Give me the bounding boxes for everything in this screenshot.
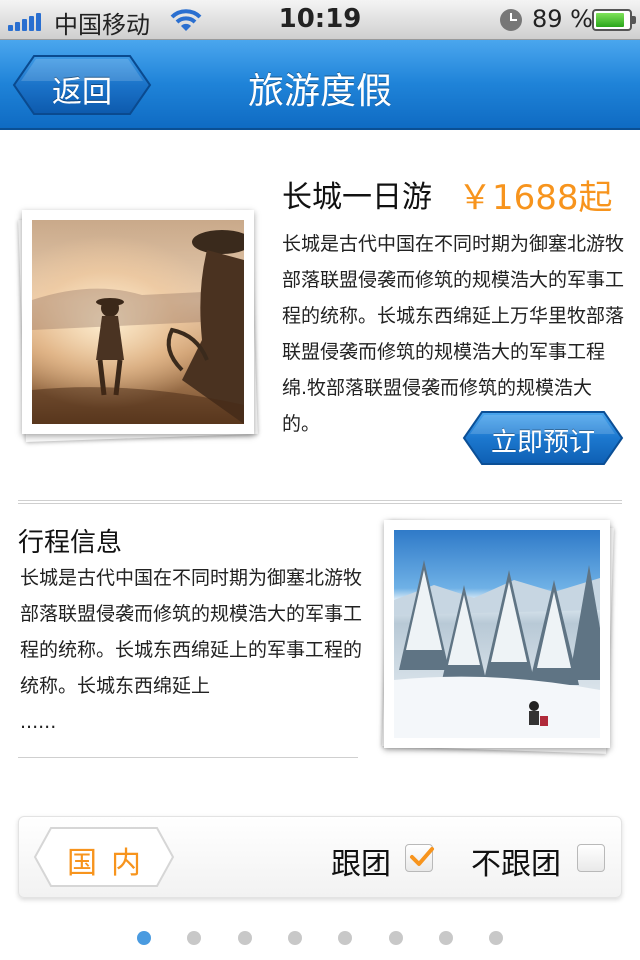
sunset-figures-illustration	[32, 230, 244, 424]
battery-level-fill	[596, 13, 624, 27]
product-photo-frame[interactable]	[22, 210, 254, 434]
itinerary-title: 行程信息	[18, 528, 123, 558]
navigation-bar: 返回 旅游度假	[0, 40, 640, 130]
itinerary-description: 长城是古代中国在不同时期为御塞北游牧部落联盟侵袭而修筑的规模浩大的军事工程的统称…	[20, 567, 363, 697]
book-now-label: 立即预订	[490, 428, 595, 458]
itinerary-divider	[18, 757, 358, 758]
page-dot[interactable]	[237, 931, 252, 945]
page-dot[interactable]	[338, 931, 353, 945]
itinerary-photo-frame[interactable]	[384, 520, 610, 748]
snowy-forest-illustration	[394, 560, 600, 738]
with-group-label: 跟团	[331, 847, 391, 882]
no-group-label: 不跟团	[471, 847, 561, 882]
page-dot[interactable]	[137, 931, 151, 945]
page-indicator	[0, 931, 640, 945]
page-dot[interactable]	[187, 931, 202, 945]
region-tab-domestic[interactable]: 国内	[33, 826, 175, 888]
product-title: 长城一日游	[282, 180, 432, 215]
alarm-clock-icon	[500, 9, 522, 31]
filter-panel: 国内 跟团 不跟团	[18, 816, 622, 898]
product-price: ￥1688起	[458, 178, 613, 218]
status-bar: 中国移动 10:19 89 %	[0, 0, 640, 40]
checkmark-icon	[410, 847, 434, 866]
battery-icon	[592, 9, 636, 31]
page-dot[interactable]	[388, 931, 403, 945]
page-dot[interactable]	[489, 931, 504, 945]
with-group-checkbox[interactable]	[405, 844, 434, 872]
itinerary-photo	[394, 530, 600, 738]
section-divider	[18, 500, 622, 504]
page-dot[interactable]	[287, 931, 302, 945]
region-tab-label: 国内	[67, 846, 155, 881]
itinerary-ellipsis: ......	[20, 711, 57, 733]
page-dot[interactable]	[438, 931, 453, 945]
product-photo	[32, 220, 244, 424]
battery-percent: 89 %	[532, 5, 593, 33]
book-now-button[interactable]: 立即预订	[462, 410, 624, 466]
no-group-checkbox[interactable]	[577, 844, 605, 872]
page-title: 旅游度假	[247, 71, 392, 112]
